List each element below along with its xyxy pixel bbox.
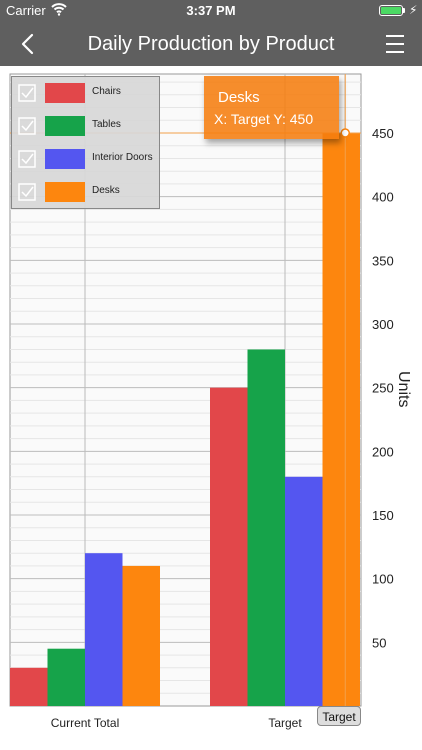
legend-label: Interior Doors (92, 152, 153, 163)
target-button[interactable]: Target (317, 706, 361, 726)
x-category-label-0: Current Total (51, 716, 119, 730)
bar-chairs-1 (210, 387, 248, 706)
bar-interior-doors-0 (85, 553, 123, 706)
legend-item-chairs[interactable]: Chairs (12, 77, 161, 110)
y-tick-label-150: 150 (372, 508, 394, 523)
chart-legend: Chairs Tables Interior Doors Desks (11, 76, 160, 209)
legend-swatch (45, 116, 85, 136)
navigation-bar: Daily Production by Product (0, 22, 422, 66)
charging-icon: ⚡ (409, 3, 418, 17)
checkbox-icon[interactable] (18, 183, 36, 201)
checkbox-icon[interactable] (18, 117, 36, 135)
y-tick-label-450: 450 (372, 126, 394, 141)
y-axis-label: Units (395, 371, 412, 407)
legend-swatch (45, 149, 85, 169)
bar-tables-0 (47, 648, 85, 706)
data-tooltip: Desks X: Target Y: 450 (204, 76, 339, 139)
bar-desks-1 (322, 133, 360, 706)
bar-desks-0 (122, 565, 160, 706)
y-tick-label-200: 200 (372, 444, 394, 459)
bar-interior-doors-1 (285, 476, 323, 706)
y-tick-label-400: 400 (372, 190, 394, 205)
legend-swatch (45, 182, 85, 202)
highlight-point (340, 128, 350, 138)
page-title: Daily Production by Product (87, 33, 335, 55)
battery-icon (379, 5, 403, 16)
checkbox-icon[interactable] (18, 84, 36, 102)
tooltip-series: Desks (218, 89, 260, 106)
y-tick-label-50: 50 (372, 635, 386, 650)
legend-item-interior-doors[interactable]: Interior Doors (12, 143, 161, 176)
y-tick-label-350: 350 (372, 253, 394, 268)
bar-tables-1 (247, 349, 285, 706)
checkbox-icon[interactable] (18, 150, 36, 168)
legend-item-tables[interactable]: Tables (12, 110, 161, 143)
chart-container: 50 100 150 200 250 300 350 400 450 Units Current T… (0, 66, 422, 750)
hamburger-menu-icon[interactable] (382, 31, 408, 57)
status-time: 3:37 PM (186, 3, 236, 18)
legend-label: Tables (92, 119, 121, 130)
battery-cap (403, 8, 405, 13)
bar-chairs-0 (10, 667, 48, 706)
tooltip-value: X: Target Y: 450 (214, 111, 314, 127)
y-tick-label-300: 300 (372, 317, 394, 332)
legend-item-desks[interactable]: Desks (12, 176, 161, 209)
status-bar: Carrier 3:37 PM ⚡ (0, 0, 422, 22)
legend-swatch (45, 83, 85, 103)
legend-label: Desks (92, 185, 120, 196)
legend-label: Chairs (92, 86, 121, 97)
y-tick-label-250: 250 (372, 381, 394, 396)
x-category-label-1: Target (268, 716, 302, 730)
y-tick-label-100: 100 (372, 572, 394, 587)
